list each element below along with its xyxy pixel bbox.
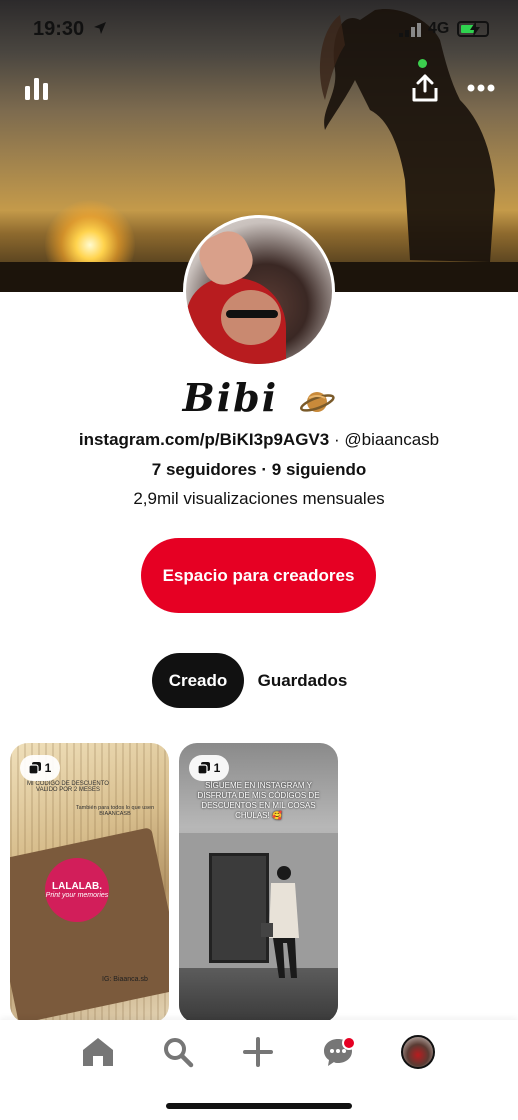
nav-search[interactable] <box>158 1032 198 1072</box>
pin-text-bottom: IG: Biaanca.sb <box>102 976 148 983</box>
nav-home[interactable] <box>78 1032 118 1072</box>
profile-name: Bibi <box>0 375 518 420</box>
nav-add[interactable] <box>238 1032 278 1072</box>
cellular-signal-icon <box>399 23 421 37</box>
search-icon <box>164 1038 194 1068</box>
status-time: 19:30 <box>33 18 85 40</box>
more-dots-icon[interactable] <box>467 84 495 92</box>
profile-links: instagram.com/p/BiKI3p9AGV3 · @biaancasb <box>0 430 518 450</box>
online-status-dot <box>418 59 427 68</box>
status-bar: 19:30 4G <box>0 14 518 44</box>
pin-card[interactable]: LALALAB. Print your memories MI CODIGO D… <box>10 743 169 1023</box>
location-arrow-icon <box>94 22 106 34</box>
pin-text-mid: También para todos lo que usen BIAANCASB <box>75 805 155 817</box>
profile-avatar[interactable] <box>183 215 335 367</box>
link-separator: · <box>333 430 340 449</box>
creator-hub-button[interactable]: Espacio para creadores <box>141 538 376 613</box>
pin-text-top: MI CODIGO DE DESCUENTO VALIDO POR 2 MESE… <box>27 781 109 793</box>
pin-person-figure <box>261 866 299 978</box>
pin-count-badge: 1 <box>189 755 229 781</box>
battery-charging-icon <box>457 21 489 37</box>
pin-count-badge: 1 <box>20 755 60 781</box>
pin-sticker: LALALAB. Print your memories <box>45 858 109 922</box>
share-icon[interactable] <box>412 74 438 102</box>
profile-name-text: Bibi <box>182 375 279 420</box>
pages-stack-icon <box>28 762 41 774</box>
stats-bar-icon[interactable] <box>24 76 50 100</box>
followers-count[interactable]: 7 seguidores <box>152 460 257 479</box>
tab-saved[interactable]: Guardados <box>255 653 350 708</box>
home-icon <box>83 1038 113 1066</box>
pin-card[interactable]: SÍGUEME EN INSTAGRAM Y DISFRUTA DE MIS C… <box>179 743 338 1023</box>
profile-handle: @biaancasb <box>344 430 440 449</box>
ringed-planet-icon <box>300 391 336 412</box>
nav-profile[interactable] <box>398 1032 438 1072</box>
follow-counts: 7 seguidores · 9 siguiendo <box>151 460 367 479</box>
pin-caption: SÍGUEME EN INSTAGRAM Y DISFRUTA DE MIS C… <box>197 781 320 820</box>
home-indicator <box>166 1103 352 1109</box>
notification-dot <box>342 1036 356 1050</box>
pages-stack-icon <box>197 762 210 774</box>
tab-created[interactable]: Creado <box>152 653 244 708</box>
plus-icon <box>243 1037 273 1067</box>
instagram-link[interactable]: instagram.com/p/BiKI3p9AGV3 <box>79 430 329 449</box>
monthly-views: 2,9mil visualizaciones mensuales <box>133 489 385 508</box>
nav-messages[interactable] <box>318 1032 358 1072</box>
following-count[interactable]: 9 siguiendo <box>272 460 366 479</box>
profile-tabs: Creado Guardados <box>0 653 518 708</box>
profile-avatar-icon <box>401 1035 435 1069</box>
network-type: 4G <box>428 20 450 37</box>
